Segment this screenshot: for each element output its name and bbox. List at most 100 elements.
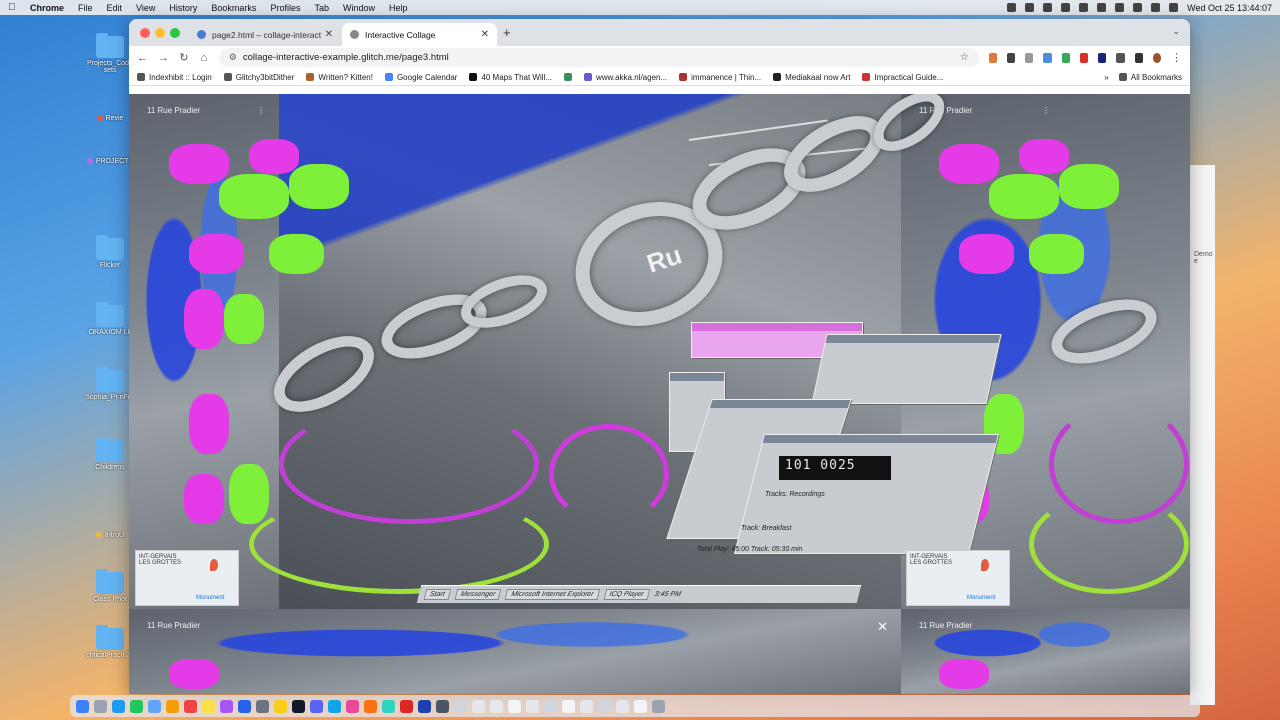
notes-icon[interactable] [202, 699, 215, 713]
dock-app-icon[interactable] [634, 699, 647, 713]
profile-avatar[interactable] [1152, 52, 1161, 63]
street-view-tile[interactable]: 11 Rue Pradier [129, 609, 901, 694]
discord-icon[interactable] [310, 699, 323, 713]
settings-icon[interactable] [256, 699, 269, 713]
dock-app-icon[interactable] [454, 699, 467, 713]
extension-icon[interactable] [1061, 52, 1070, 63]
calendar-icon[interactable] [184, 699, 197, 713]
tab-search-icon[interactable]: ⌄ [1172, 26, 1180, 37]
all-bookmarks-button[interactable]: » All Bookmarks [1104, 73, 1182, 82]
bookmark-item[interactable]: Google Calendar [384, 73, 457, 82]
extension-icon[interactable] [1025, 52, 1034, 63]
extension-fox-icon[interactable] [988, 52, 997, 63]
retro-taskbar-item[interactable]: ICQ Player [603, 589, 651, 600]
bookmark-item[interactable]: Glitchy3bitDither [223, 73, 294, 82]
retro-taskbar[interactable]: Start Messenger Microsoft Internet Explo… [416, 585, 862, 603]
home-button[interactable]: ⌂ [199, 52, 209, 64]
collage-canvas[interactable]: 11 Rue Pradier ⋮ 11 Rue Pradier ⋮ 11 Rue… [129, 94, 1190, 694]
extension-tray-icon[interactable] [1025, 3, 1035, 12]
zoom-icon[interactable] [418, 699, 431, 713]
vscode-icon[interactable] [328, 699, 341, 713]
bookmark-item[interactable]: Mediakaal now Art [773, 73, 850, 82]
bookmark-item[interactable]: Indexhibit :: Login [137, 73, 212, 82]
retro-taskbar-item[interactable]: Messenger [454, 589, 502, 600]
extension-icon[interactable] [1079, 52, 1089, 63]
terminal-icon[interactable] [292, 699, 305, 713]
messages-icon[interactable] [130, 699, 143, 713]
menu-history[interactable]: History [169, 3, 197, 13]
search-icon[interactable] [1151, 3, 1161, 12]
browser-menu-icon[interactable]: ⋮ [1171, 51, 1182, 64]
map-thumbnail[interactable]: INT-GERVAIS LES GROTTES Monument [906, 550, 1010, 606]
cloud-icon[interactable] [1043, 3, 1053, 12]
tab-interactive-collage[interactable]: Interactive Collage ✕ [342, 23, 497, 46]
menu-window[interactable]: Window [343, 3, 375, 13]
bookmark-item[interactable] [563, 73, 572, 81]
indesign-icon[interactable] [346, 699, 359, 713]
dock-app-icon[interactable] [580, 699, 593, 713]
minimize-window-button[interactable] [155, 28, 165, 38]
bookmark-item[interactable]: 40 Maps That Will... [469, 73, 552, 82]
dock-app-icon[interactable] [544, 699, 557, 713]
background-window[interactable]: Demo e [1190, 165, 1215, 705]
menu-file[interactable]: File [78, 3, 93, 13]
site-info-icon[interactable]: ⚙ [229, 52, 237, 63]
acrobat-icon[interactable] [400, 699, 413, 713]
illustrator-icon[interactable] [364, 699, 377, 713]
address-bar[interactable]: ⚙ collage-interactive-example.glitch.me/… [218, 48, 979, 67]
new-tab-button[interactable]: + [503, 25, 511, 40]
reload-button[interactable]: ↻ [179, 51, 189, 64]
dock-app-icon[interactable] [526, 699, 539, 713]
safari-icon[interactable] [112, 699, 125, 713]
close-tab-icon[interactable]: ✕ [325, 29, 333, 40]
launchpad-icon[interactable] [94, 699, 107, 713]
retro-taskbar-item[interactable]: Microsoft Internet Explorer [504, 589, 600, 600]
battery-icon[interactable] [1115, 3, 1125, 12]
dock-app-icon[interactable] [508, 699, 521, 713]
close-window-button[interactable] [140, 28, 150, 38]
bluetooth-icon[interactable] [1097, 3, 1107, 12]
mail-icon[interactable] [1079, 3, 1089, 12]
forward-button[interactable]: → [158, 52, 169, 64]
photoshop-icon[interactable] [382, 699, 395, 713]
dock-app-icon[interactable] [598, 699, 611, 713]
extensions-puzzle-icon[interactable] [1116, 52, 1125, 63]
retro-start-button[interactable]: Start [423, 589, 452, 600]
dock-app-icon[interactable] [562, 699, 575, 713]
extension-icon[interactable] [1098, 52, 1107, 63]
menu-app-name[interactable]: Chrome [30, 3, 64, 13]
tab-page2[interactable]: page2.html – collage-interact ✕ [189, 23, 341, 46]
bookmark-item[interactable]: immanence | Thin... [679, 73, 761, 82]
menu-edit[interactable]: Edit [107, 3, 123, 13]
notification-icon[interactable] [1007, 3, 1017, 12]
extension-icon[interactable] [1043, 52, 1052, 63]
dock-app-icon[interactable] [616, 699, 629, 713]
bookmark-item[interactable]: Written? Kitten! [306, 73, 373, 82]
dock-app-icon[interactable] [472, 699, 485, 713]
control-center-icon[interactable] [1169, 3, 1179, 12]
extension-icon[interactable] [1006, 52, 1016, 63]
chrome-icon[interactable] [274, 699, 287, 713]
bookmark-star-icon[interactable]: ☆ [960, 52, 969, 63]
photos-icon[interactable] [166, 699, 179, 713]
dock-app-icon[interactable] [490, 699, 503, 713]
podcasts-icon[interactable] [220, 699, 233, 713]
apple-icon[interactable]:  [8, 2, 18, 13]
back-button[interactable]: ← [137, 52, 148, 64]
map-thumbnail[interactable]: INT-GERVAIS LES GROTTES Monument [135, 550, 239, 606]
bookmark-item[interactable]: www.akka.nl/agen... [583, 73, 667, 82]
menu-profiles[interactable]: Profiles [270, 3, 300, 13]
trash-icon[interactable] [652, 699, 665, 713]
dock-app-icon[interactable] [436, 699, 449, 713]
wifi-icon[interactable] [1133, 3, 1143, 12]
menu-view[interactable]: View [136, 3, 155, 13]
menu-tab[interactable]: Tab [314, 3, 329, 13]
zoom-window-button[interactable] [170, 28, 180, 38]
app-store-icon[interactable] [238, 699, 251, 713]
finder-icon[interactable] [76, 699, 89, 713]
mail-icon[interactable] [148, 699, 161, 713]
retro-window-browser[interactable] [811, 334, 1002, 404]
folder-icon[interactable] [1061, 3, 1071, 12]
close-tab-icon[interactable]: ✕ [481, 29, 489, 40]
menu-clock[interactable]: Wed Oct 25 13:44:07 [1187, 3, 1272, 13]
